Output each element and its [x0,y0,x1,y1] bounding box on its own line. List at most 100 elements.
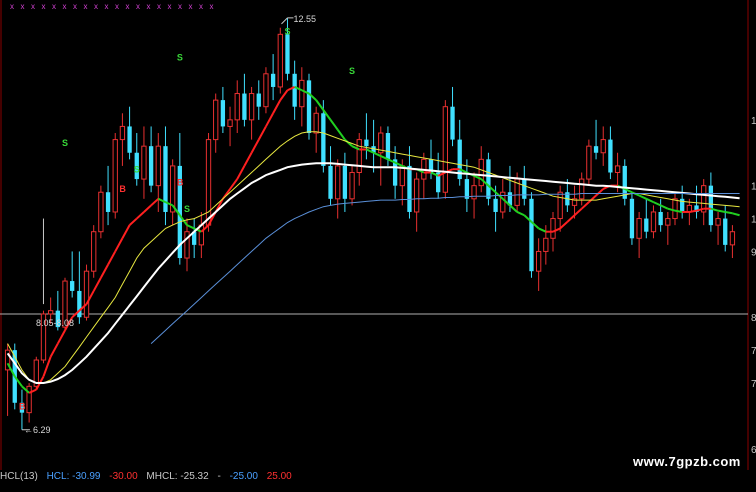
top-marker: x [63,2,67,11]
ma-line-segment [136,211,145,220]
candle-body [522,179,527,199]
ma-line-segment [229,178,239,190]
candle-body [608,139,613,173]
top-marker: x [10,2,14,11]
buy-signal-label: B [19,401,26,411]
candle-body [220,100,226,127]
sell-signal-label: S [184,204,190,214]
candle-body [328,165,333,199]
top-marker: x [147,2,151,11]
candle-body [342,165,348,199]
candle-body [486,159,491,199]
range-label: 8.05-8.08 [36,318,74,328]
candle-body [593,146,599,153]
top-marker: x [115,2,119,11]
buy-signal-label: B [177,178,184,188]
candle-body [98,191,104,233]
ma-line-segment [660,204,669,210]
candle-body [356,139,362,173]
ma-line-segment [581,201,590,210]
candle-body [306,80,312,134]
ma-line-segment [653,201,662,207]
buy-signal-label: B [119,184,126,194]
candle-body [155,145,161,187]
candle-body [292,73,297,107]
top-marker: x [210,2,214,11]
y-tick-label: 8 [751,313,756,324]
candle-body [91,231,97,272]
ma-line-segment [509,204,518,213]
candle-body [285,34,290,74]
candle-body [119,125,126,141]
candle-body [636,218,642,239]
top-marker: x [168,2,172,11]
ma-line-segment [250,139,260,154]
candle-body [464,179,470,199]
candle-body [535,250,542,272]
top-marker: x [189,2,193,11]
ma-line-segment [272,99,282,114]
ma-line-segment [143,204,152,213]
ma-line-segment [689,209,697,213]
watermark-text: www.7gpzb.com [633,454,741,469]
candle-body [658,211,663,226]
candle-body [141,145,147,180]
candle-body [299,79,305,108]
ma-line-segment [279,89,289,101]
candle-body [665,218,671,226]
candle-body [644,218,649,232]
ma-line-segment [516,211,525,217]
candle-body [442,106,449,193]
ma-line-segment [49,343,59,358]
indicator-value-red: -30.00 [109,471,138,482]
y-tick-label: 11 [751,116,756,127]
sell-signal-label: S [177,53,183,63]
candle-body [450,106,455,140]
y-tick-label: 10 [751,182,756,193]
top-marker: x [42,2,46,11]
ma-line-segment [114,237,124,252]
y-tick-label: 6 [751,445,756,456]
candle-body [471,185,477,200]
candle-body [213,99,219,141]
ma-line-segment [732,212,740,217]
y-tick-label: 10 [751,215,756,226]
ma-line-segment [336,129,346,141]
candle-body [234,93,240,121]
candle-body [277,33,283,88]
ma-line-segment [638,194,647,200]
ma-line-segment [588,194,597,203]
sell-signal-label: S [284,26,290,36]
candle-body [270,73,276,87]
ma-line-segment [573,207,583,216]
candle-body [708,185,714,226]
candle-body [242,93,247,120]
candle-body [672,198,678,220]
candle-body [557,191,563,220]
candle-body [600,139,606,154]
sell-signal-label: S [349,66,355,76]
candle-body [650,211,657,233]
candle-body [70,281,75,291]
candle-body [629,198,635,239]
top-marker: x [157,2,161,11]
candle-body [105,192,111,212]
y-tick-label: 9 [751,247,756,258]
ma-line-segment [128,217,138,226]
candle-body [723,218,728,245]
candle-body [227,119,233,127]
ma-line-segment [645,197,654,204]
ma-line-segment [265,112,274,127]
candlestick-chart-svg: 1110109877612.558.05-8.08←6.29SSSBBSSSBx… [0,0,756,470]
indicator-label-hcl: HCL(13) [0,471,38,482]
top-marker: x [126,2,130,11]
ma-line-segment [538,227,547,233]
candle-body [83,270,90,318]
indicator-value-blue: -25.00 [229,471,258,482]
top-marker: x [178,2,182,11]
candle-body [579,178,585,200]
top-marker: x [31,2,35,11]
ma-line-segment [559,221,569,230]
candle-body [256,93,261,107]
stock-chart: 1110109877612.558.05-8.08←6.29SSSBBSSSBx… [0,0,756,487]
